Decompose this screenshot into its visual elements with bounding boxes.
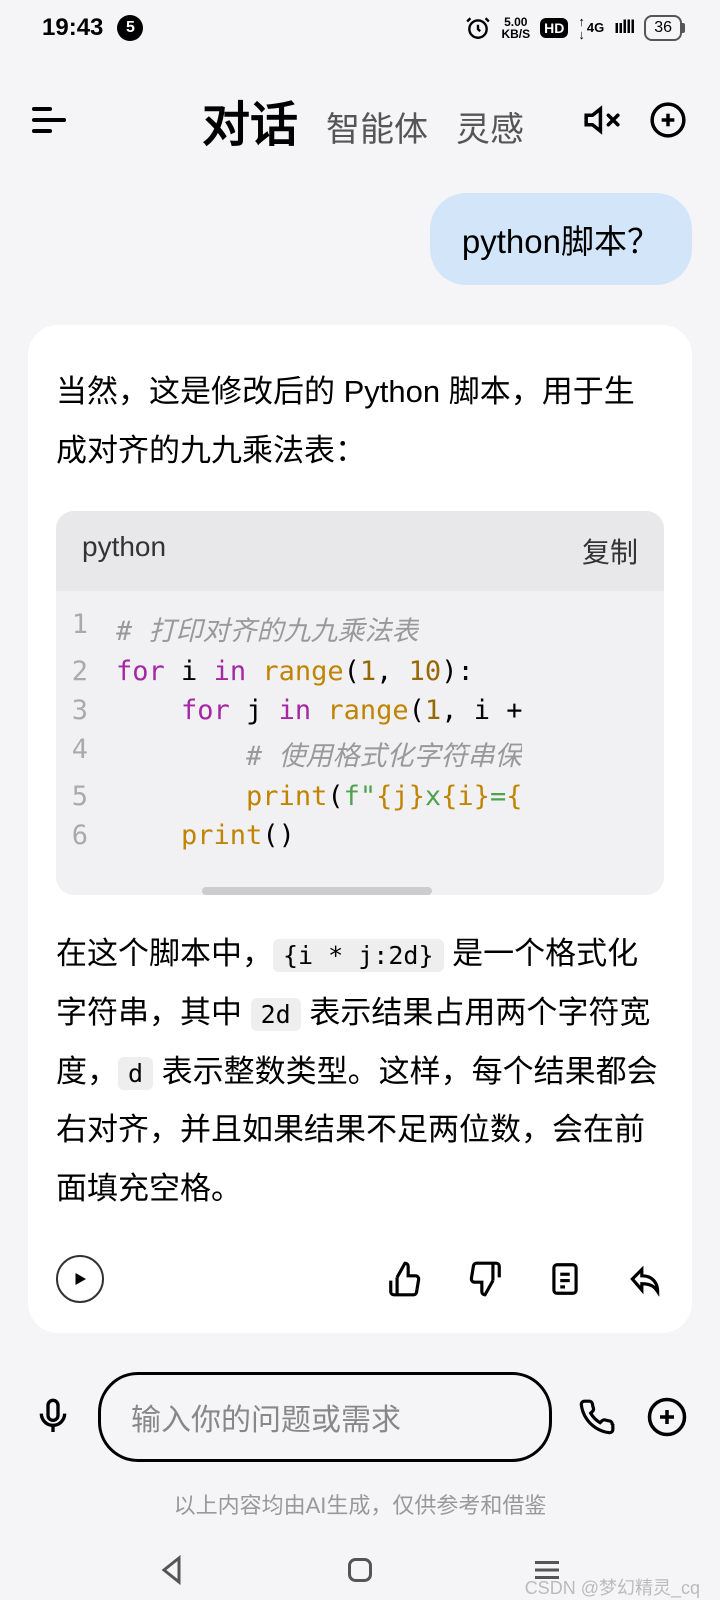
mute-button[interactable] <box>582 100 622 140</box>
code-block: python 复制 1# 打印对齐的九九乘法表2for i in range(1… <box>56 511 664 895</box>
message-actions <box>56 1255 664 1303</box>
menu-button[interactable] <box>32 107 66 133</box>
add-button[interactable] <box>642 1392 692 1442</box>
chat-area: python脚本？ 当然，这是修改后的 Python 脚本，用于生成对齐的九九乘… <box>0 175 720 1333</box>
signal-icon: ıılll <box>614 17 634 38</box>
code-body[interactable]: 1# 打印对齐的九九乘法表2for i in range(1, 10):3 fo… <box>56 591 664 875</box>
tab-inspire[interactable]: 灵感 <box>456 102 524 151</box>
play-button[interactable] <box>56 1255 104 1303</box>
ai-text-pre: 当然，这是修改后的 Python 脚本，用于生成对齐的九九乘法表： <box>56 363 664 481</box>
input-area: 输入你的问题或需求 以上内容均由AI生成，仅供参考和借鉴 <box>0 1372 720 1520</box>
new-chat-button[interactable] <box>648 100 688 140</box>
back-button[interactable] <box>155 1552 191 1588</box>
horizontal-scrollbar[interactable] <box>202 887 432 895</box>
user-message: python脚本？ <box>430 193 692 285</box>
status-time: 19:43 <box>42 14 103 42</box>
voice-input-button[interactable] <box>28 1392 78 1442</box>
inline-code: 2d <box>251 998 301 1031</box>
notification-badge: 5 <box>117 15 143 41</box>
share-button[interactable] <box>626 1260 664 1298</box>
call-button[interactable] <box>572 1392 622 1442</box>
thumbs-up-button[interactable] <box>386 1260 424 1298</box>
ai-message: 当然，这是修改后的 Python 脚本，用于生成对齐的九九乘法表： python… <box>28 325 692 1333</box>
thumbs-down-button[interactable] <box>466 1260 504 1298</box>
alarm-icon <box>465 15 491 41</box>
home-button[interactable] <box>342 1552 378 1588</box>
text-input[interactable]: 输入你的问题或需求 <box>98 1372 552 1462</box>
speed-indicator: 5.00KB/S <box>501 16 530 40</box>
inline-code: d <box>118 1057 153 1090</box>
hd-badge: HD <box>540 18 568 38</box>
copy-button[interactable]: 复制 <box>582 531 638 571</box>
app-header: 对话 智能体 灵感 <box>0 55 720 175</box>
network-indicator: ↑↓4G <box>578 15 604 41</box>
disclaimer: 以上内容均由AI生成，仅供参考和借鉴 <box>28 1488 692 1520</box>
battery-indicator: 36 <box>644 15 682 41</box>
code-lang: python <box>82 531 166 571</box>
watermark: CSDN @梦幻精灵_cq <box>525 1574 700 1600</box>
ai-text-post: 在这个脚本中，{i * j:2d} 是一个格式化字符串，其中 2d 表示结果占用… <box>56 925 664 1219</box>
tabs: 对话 智能体 灵感 <box>202 85 556 155</box>
inline-code: {i * j:2d} <box>273 939 444 972</box>
status-bar: 19:43 5 5.00KB/S HD ↑↓4G ıılll 36 <box>0 0 720 55</box>
tab-chat[interactable]: 对话 <box>202 85 298 155</box>
tab-agents[interactable]: 智能体 <box>326 102 428 151</box>
copy-message-button[interactable] <box>546 1260 584 1298</box>
